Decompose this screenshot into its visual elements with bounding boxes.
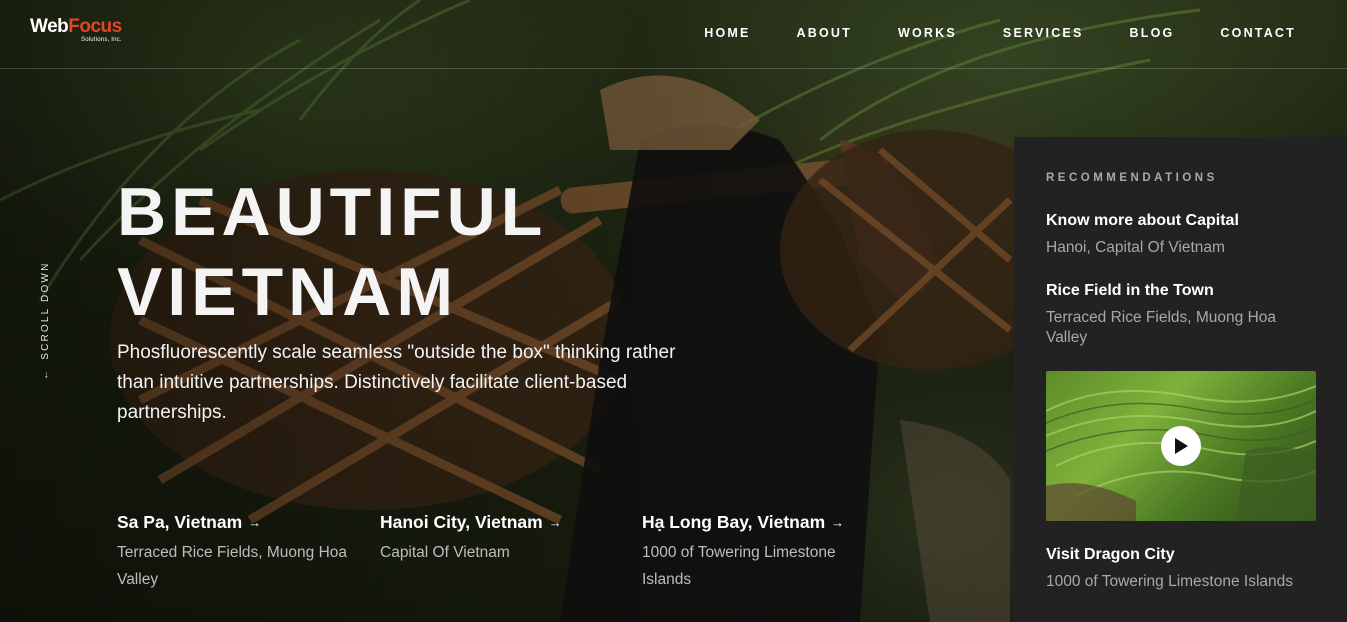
arrow-right-icon: → <box>831 515 845 530</box>
recommendation-item[interactable]: Know more about Capital Hanoi, Capital O… <box>1046 212 1326 258</box>
nav-blog[interactable]: BLOG <box>1130 26 1175 40</box>
recommendations-panel: RECOMMENDATIONS Know more about Capital … <box>1014 137 1347 622</box>
destination-card-hanoi[interactable]: Hanoi City, Vietnam → Capital Of Vietnam <box>380 512 630 566</box>
recommendation-item[interactable]: Rice Field in the Town Terraced Rice Fie… <box>1046 282 1296 348</box>
destination-title[interactable]: Hạ Long Bay, Vietnam → <box>642 512 862 533</box>
recommendation-title[interactable]: Rice Field in the Town <box>1046 282 1296 300</box>
scroll-down-arrow-icon: ← <box>40 367 51 380</box>
scroll-down-indicator[interactable]: ← SCROLL DOWN <box>40 262 58 520</box>
recommendation-subtitle: Terraced Rice Fields, Muong Hoa Valley <box>1046 309 1277 346</box>
brand-name-web: Web <box>30 16 69 37</box>
destination-title-text: Sa Pa, Vietnam <box>117 512 243 532</box>
nav-about[interactable]: ABOUT <box>797 26 852 40</box>
destination-card-sapa[interactable]: Sa Pa, Vietnam → Terraced Rice Fields, M… <box>117 512 367 593</box>
brand-name-focus: Focus <box>68 16 122 37</box>
recommendation-title[interactable]: Visit Dragon City <box>1046 546 1326 564</box>
arrow-right-icon: → <box>248 515 262 530</box>
nav-home[interactable]: HOME <box>704 26 750 40</box>
play-icon <box>1175 438 1188 454</box>
brand-name: WebFocus <box>30 16 122 37</box>
hero-title: BEAUTIFUL VIETNAM <box>117 172 547 332</box>
destination-subtitle: Terraced Rice Fields, Muong Hoa Valley <box>117 544 348 588</box>
scroll-down-label: SCROLL DOWN <box>40 261 51 360</box>
recommendation-title[interactable]: Know more about Capital <box>1046 212 1326 230</box>
recommendations-heading: RECOMMENDATIONS <box>1046 172 1218 184</box>
arrow-right-icon: → <box>548 515 562 530</box>
recommendation-subtitle: 1000 of Towering Limestone Islands <box>1046 573 1294 590</box>
brand-tagline: Solutions, Inc. <box>81 37 122 43</box>
recommendation-subtitle: Hanoi, Capital Of Vietnam <box>1046 239 1225 256</box>
brand-logo[interactable]: WebFocus Solutions, Inc. <box>30 17 122 43</box>
destination-title-text: Hanoi City, Vietnam <box>380 512 543 532</box>
destination-title-text: Hạ Long Bay, Vietnam <box>642 512 826 532</box>
video-thumbnail[interactable] <box>1046 371 1316 521</box>
hero-title-line-1: BEAUTIFUL <box>117 174 548 250</box>
nav-works[interactable]: WORKS <box>898 26 957 40</box>
hero-description: Phosfluorescently scale seamless "outsid… <box>117 342 676 423</box>
destination-subtitle: Capital Of Vietnam <box>380 544 510 561</box>
play-button[interactable] <box>1161 426 1201 466</box>
nav-services[interactable]: SERVICES <box>1003 26 1084 40</box>
site-header: WebFocus Solutions, Inc. HOME ABOUT WORK… <box>0 0 1347 69</box>
destination-card-halong[interactable]: Hạ Long Bay, Vietnam → 1000 of Towering … <box>642 512 862 593</box>
destination-title[interactable]: Sa Pa, Vietnam → <box>117 512 367 533</box>
destination-title[interactable]: Hanoi City, Vietnam → <box>380 512 630 533</box>
hero-title-line-2: VIETNAM <box>117 254 458 330</box>
destination-subtitle: 1000 of Towering Limestone Islands <box>642 544 836 588</box>
nav-contact[interactable]: CONTACT <box>1220 26 1296 40</box>
main-nav: HOME ABOUT WORKS SERVICES BLOG CONTACT <box>658 26 1296 40</box>
recommendation-item[interactable]: Visit Dragon City 1000 of Towering Limes… <box>1046 546 1326 592</box>
